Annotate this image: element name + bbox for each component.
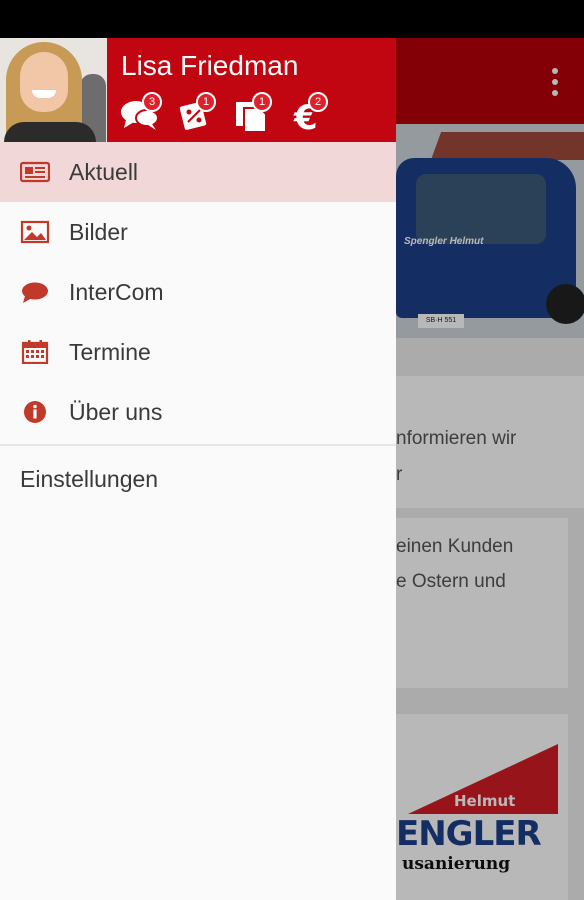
- navigation-drawer: Lisa Friedman 3 1 1 € 2 Aktuell Bilder I…: [0, 38, 396, 900]
- settings-label: Einstellungen: [20, 466, 159, 492]
- menu-item-label: InterCom: [69, 278, 164, 305]
- chat-bubbles-icon[interactable]: 3: [120, 92, 162, 136]
- menu-item-label: Über uns: [69, 398, 163, 425]
- badge-count: 3: [142, 92, 162, 112]
- menu-item-ueber-uns[interactable]: Über uns: [0, 382, 396, 442]
- newspaper-icon: [20, 161, 50, 183]
- documents-icon[interactable]: 1: [234, 92, 276, 136]
- menu-item-label: Termine: [69, 338, 151, 365]
- menu-item-aktuell[interactable]: Aktuell: [0, 142, 396, 202]
- coupon-icon[interactable]: 1: [176, 92, 218, 136]
- image-icon: [20, 220, 50, 244]
- menu-item-label: Bilder: [69, 218, 128, 245]
- header-icon-row: 3 1 1 € 2: [118, 92, 348, 138]
- info-icon: [24, 401, 46, 423]
- menu-item-termine[interactable]: Termine: [0, 322, 396, 382]
- user-name: Lisa Friedman: [121, 50, 299, 81]
- euro-icon[interactable]: € 2: [292, 92, 334, 136]
- badge-count: 2: [308, 92, 328, 112]
- drawer-header: Lisa Friedman 3 1 1 € 2: [0, 38, 396, 142]
- menu-item-intercom[interactable]: InterCom: [0, 262, 396, 322]
- status-bar: [0, 0, 584, 38]
- badge-count: 1: [252, 92, 272, 112]
- menu-item-einstellungen[interactable]: Einstellungen: [0, 446, 396, 510]
- menu-item-label: Aktuell: [69, 158, 139, 185]
- menu-item-bilder[interactable]: Bilder: [0, 202, 396, 262]
- calendar-icon: [21, 340, 49, 364]
- avatar[interactable]: [0, 38, 107, 142]
- badge-count: 1: [196, 92, 216, 112]
- drawer-menu: Aktuell Bilder InterCom Termine Über uns…: [0, 142, 396, 510]
- speech-bubble-icon: [22, 282, 48, 303]
